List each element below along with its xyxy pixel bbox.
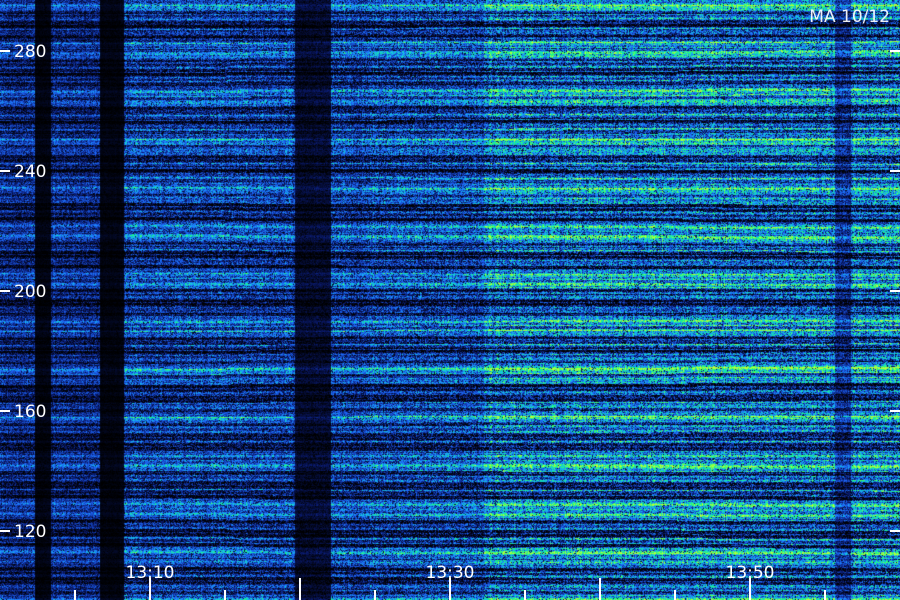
spectrogram-image[interactable] xyxy=(0,0,900,600)
spectrogram-view[interactable]: MA 10/12 280 240 200 160 120 13:10 13:30… xyxy=(0,0,900,600)
